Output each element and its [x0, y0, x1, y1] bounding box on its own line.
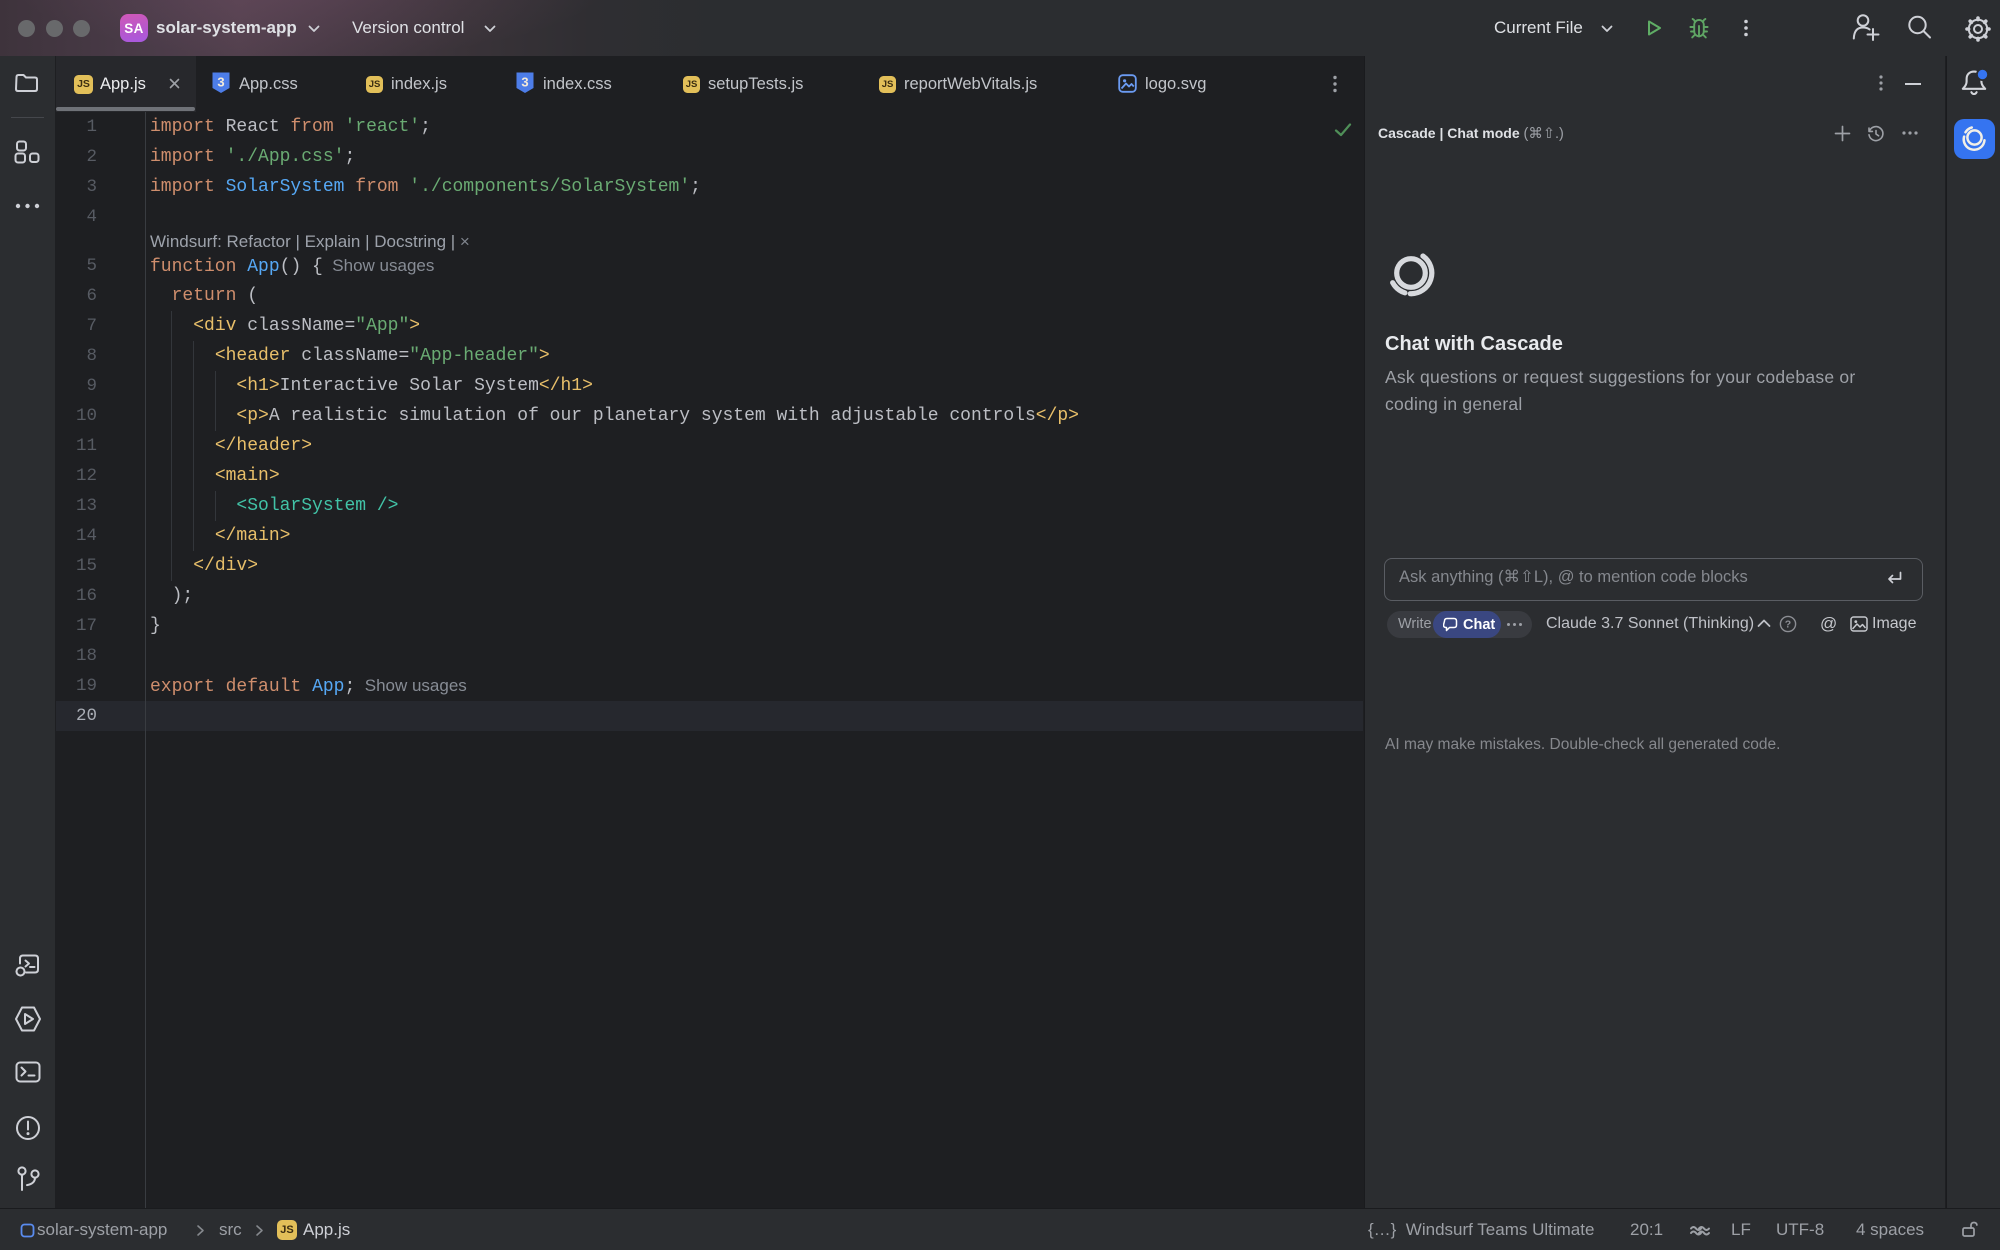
svg-text:?: ? [1785, 619, 1791, 631]
svg-text:3: 3 [521, 75, 528, 90]
svg-text:3: 3 [217, 75, 224, 90]
